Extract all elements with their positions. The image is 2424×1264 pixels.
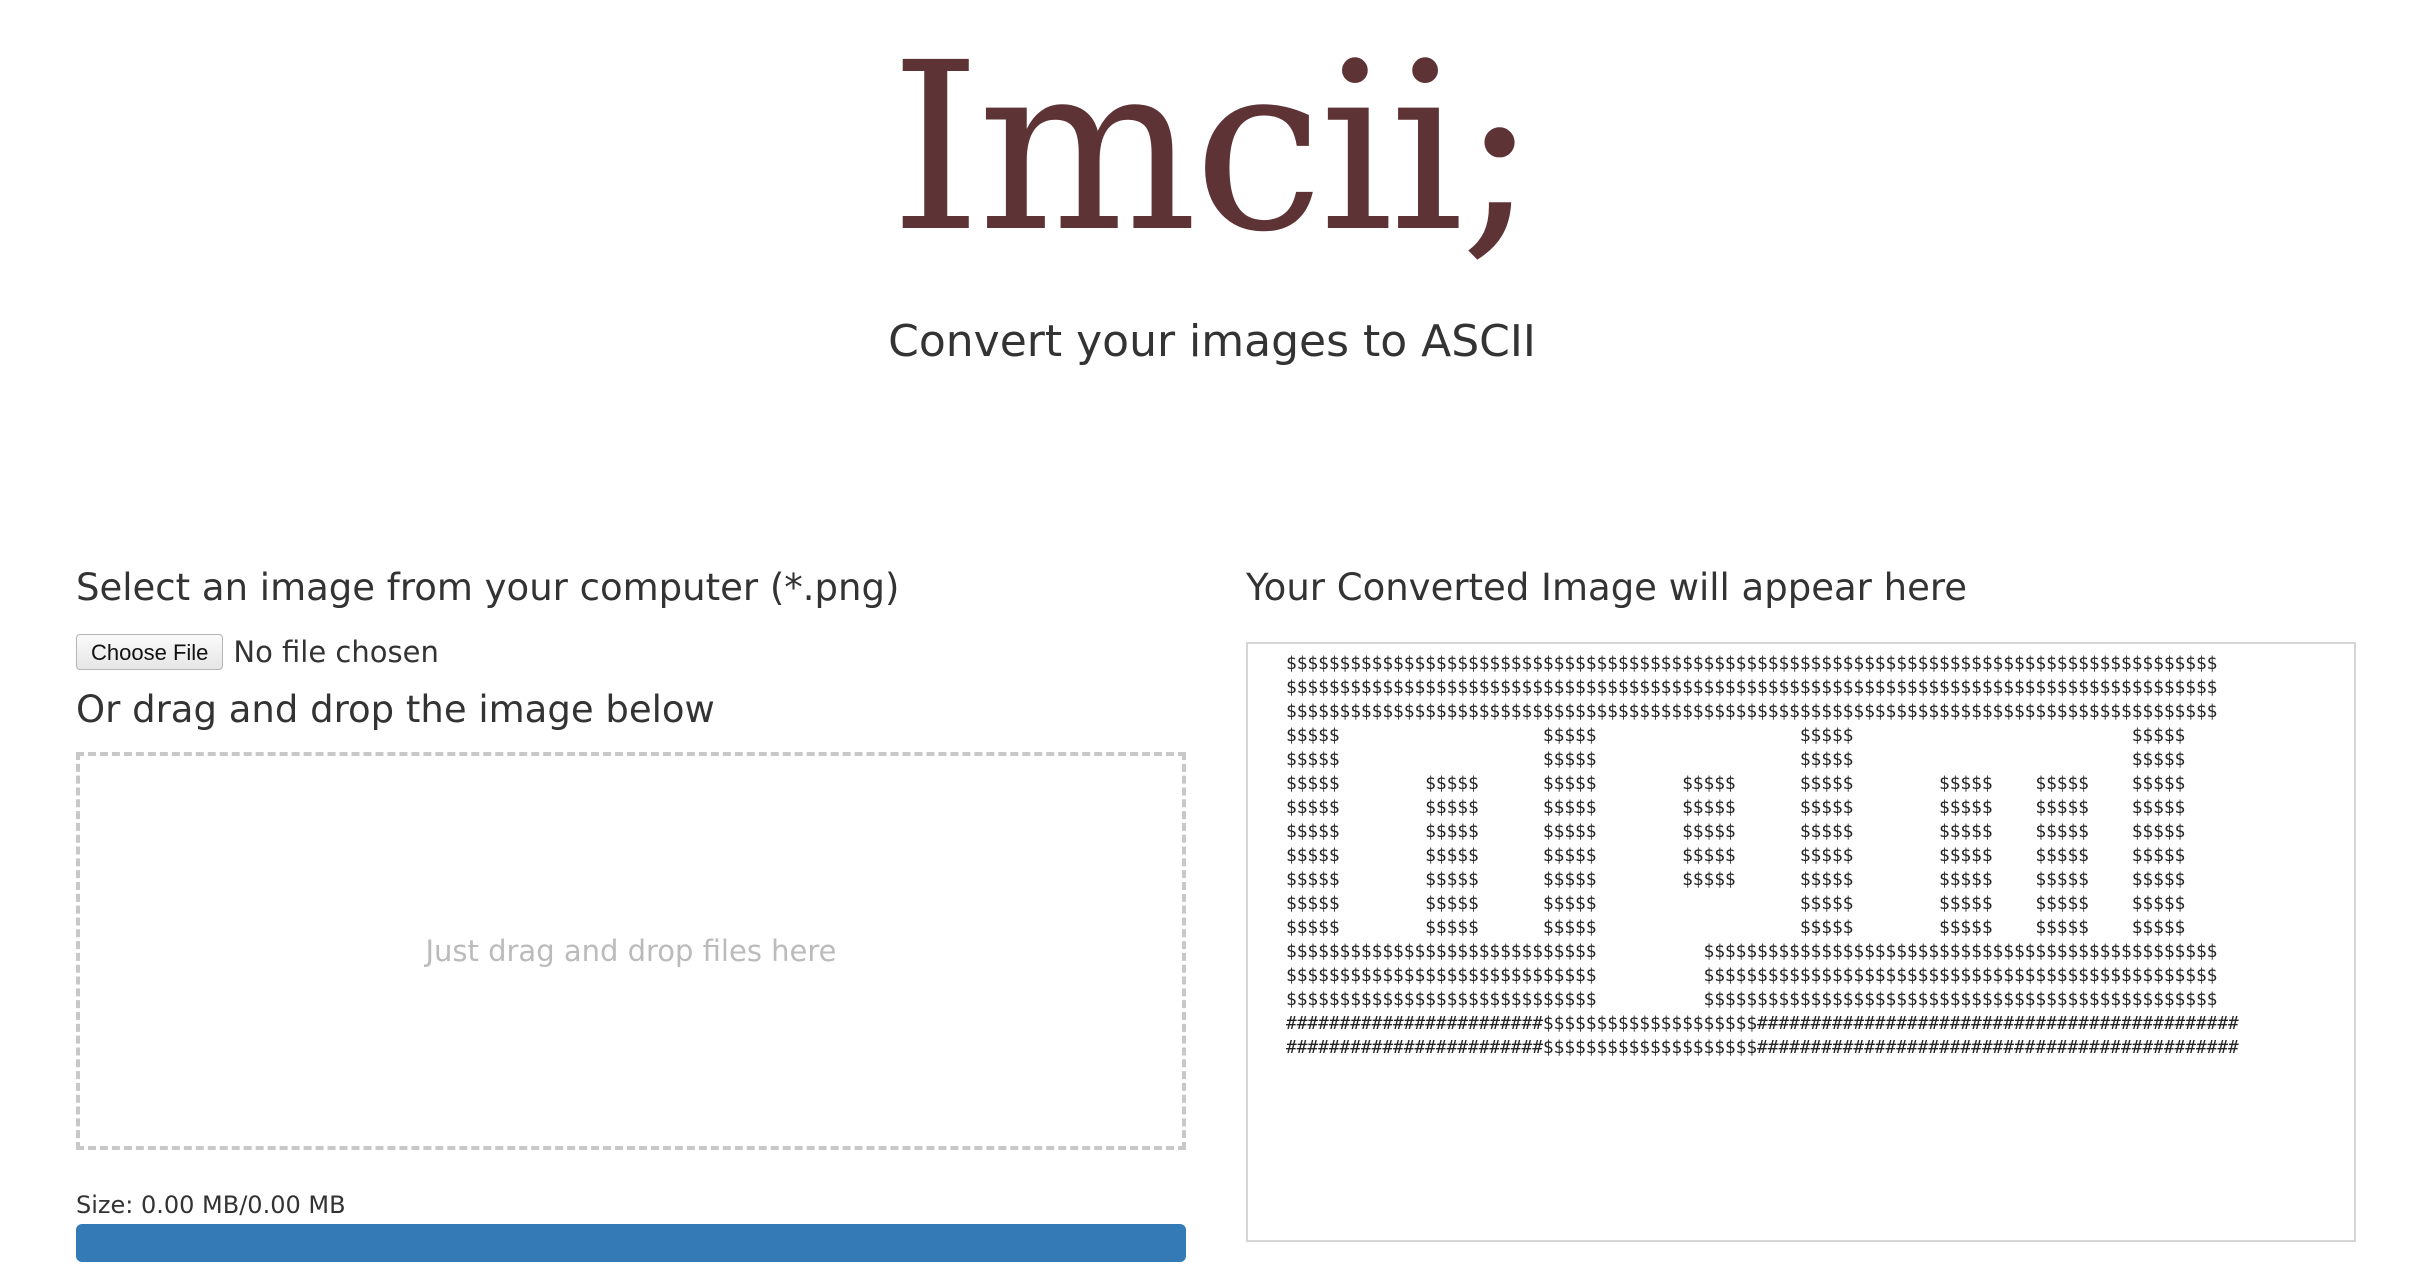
output-panel: Your Converted Image will appear here $$… — [1246, 560, 2356, 1242]
drag-drop-title: Or drag and drop the image below — [76, 688, 715, 731]
logo: Imcii; — [889, 13, 1538, 283]
dropzone[interactable]: Just drag and drop files here — [76, 752, 1186, 1150]
ascii-output-box[interactable]: $$$$$$$$$$$$$$$$$$$$$$$$$$$$$$$$$$$$$$$$… — [1246, 642, 2356, 1242]
tagline: Convert your images to ASCII — [888, 316, 1536, 367]
ascii-output: $$$$$$$$$$$$$$$$$$$$$$$$$$$$$$$$$$$$$$$$… — [1286, 653, 2239, 1058]
choose-file-button[interactable]: Choose File — [76, 634, 224, 670]
upload-panel: Select an image from your computer (*.pn… — [76, 560, 1186, 1150]
output-title: Your Converted Image will appear here — [1246, 566, 1967, 609]
size-label: Size: 0.00 MB/0.00 MB — [76, 1191, 346, 1219]
select-image-title: Select an image from your computer (*.pn… — [76, 566, 900, 609]
upload-progress-bar — [76, 1224, 1186, 1262]
file-status: No file chosen — [233, 635, 439, 669]
file-input[interactable]: Choose File No file chosen — [76, 632, 1186, 672]
dropzone-hint: Just drag and drop files here — [425, 934, 837, 968]
